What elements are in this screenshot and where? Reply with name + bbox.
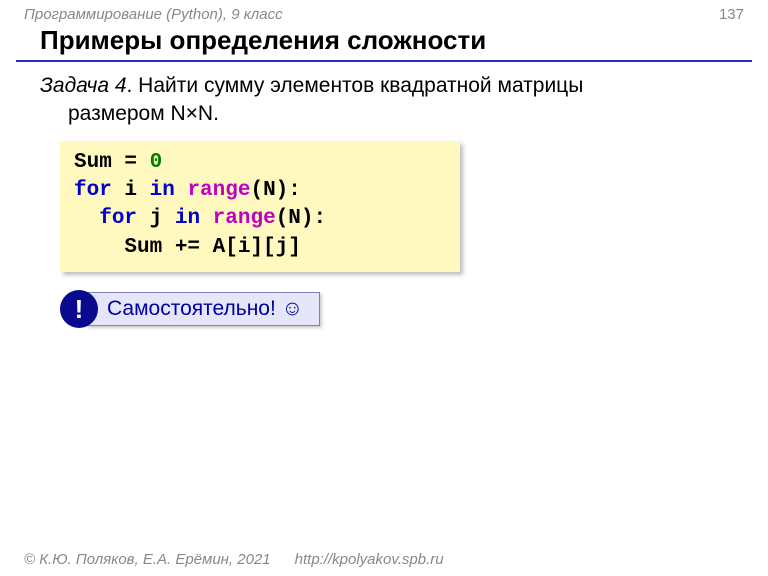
slide-header: Программирование (Python), 9 класс 137 [0,0,768,25]
slide-title: Примеры определения сложности [16,25,752,62]
exclamation-icon: ! [60,290,98,328]
course-label: Программирование (Python), 9 класс [24,6,283,23]
task-text: Задача 4. Найти сумму элементов квадратн… [0,72,768,129]
task-line1: . Найти сумму элементов квадратной матри… [127,74,584,97]
note: ! Самостоятельно! ☺ [60,290,768,328]
slide-footer: © К.Ю. Поляков, Е.А. Ерёмин, 2021 http:/… [24,551,744,568]
task-line2: размером N×N. [40,100,728,128]
task-label: Задача 4 [40,74,127,97]
note-text: Самостоятельно! ☺ [86,292,320,326]
footer-url: http://kpolyakov.spb.ru [295,551,444,568]
code-block: Sum = 0 for i in range(N): for j in rang… [60,141,460,272]
copyright: © К.Ю. Поляков, Е.А. Ерёмин, 2021 [24,551,271,568]
page-number: 137 [719,6,744,23]
